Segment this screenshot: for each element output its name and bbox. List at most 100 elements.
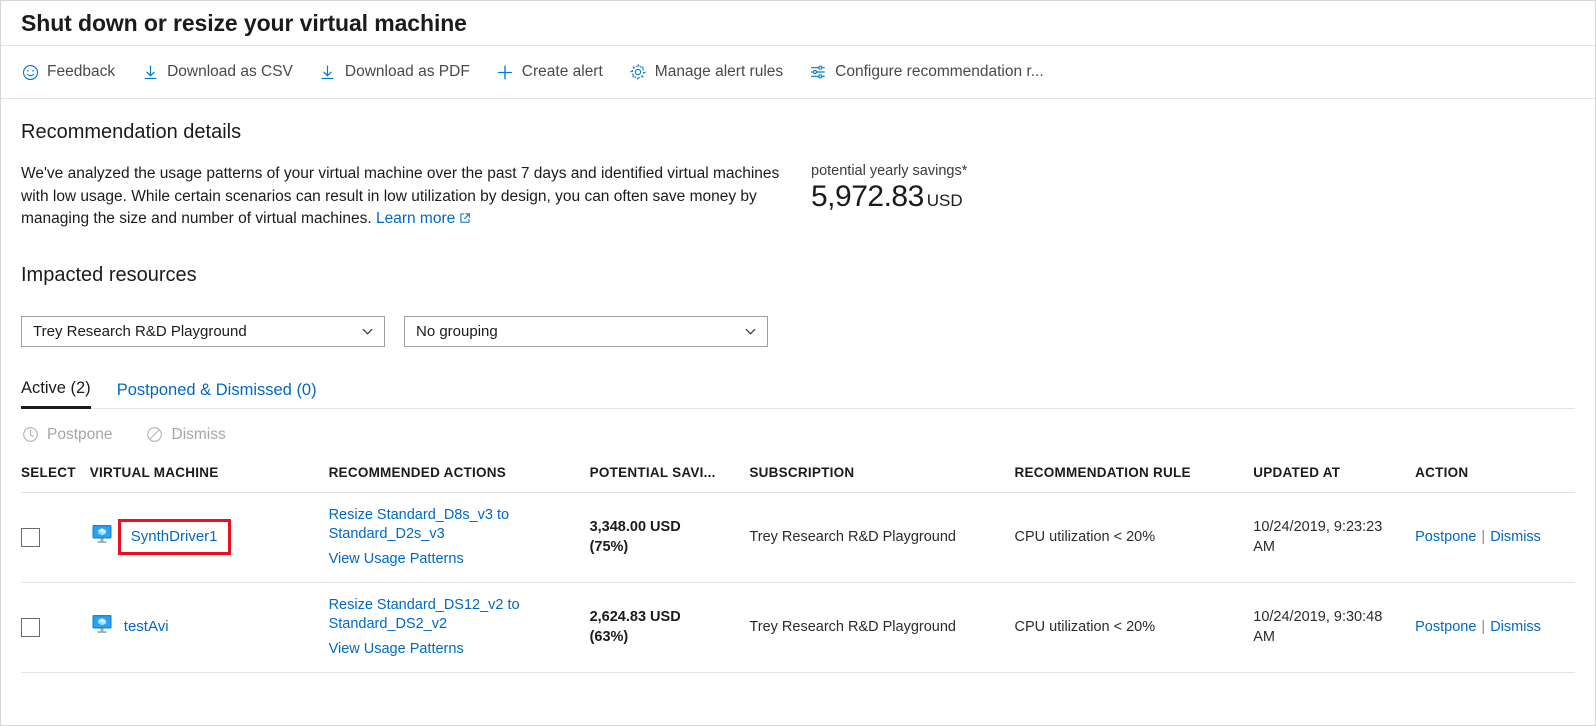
dismiss-label: Dismiss (172, 426, 226, 444)
feedback-label: Feedback (47, 63, 115, 81)
column-header-potential-savings: POTENTIAL SAVI... (590, 461, 750, 493)
manage-alert-rules-label: Manage alert rules (655, 63, 783, 81)
download-icon (141, 63, 159, 81)
resize-action-link[interactable]: Resize Standard_DS12_v2 to Standard_DS2_… (329, 596, 580, 634)
savings-value: 3,348.00 USD (590, 517, 740, 537)
download-icon (319, 63, 337, 81)
download-pdf-label: Download as PDF (345, 63, 470, 81)
column-header-recommended-actions: RECOMMENDED ACTIONS (329, 461, 590, 493)
configure-recommendation-rules-label: Configure recommendation r... (835, 63, 1044, 81)
potential-savings-currency: USD (927, 191, 963, 211)
chevron-down-icon (360, 324, 375, 339)
page-title: Shut down or resize your virtual machine (21, 10, 467, 37)
view-usage-patterns-link[interactable]: View Usage Patterns (329, 640, 580, 659)
postpone-button[interactable]: Postpone (21, 422, 126, 448)
row-action-bar: Postpone Dismiss (21, 409, 1575, 461)
row-subscription-cell: Trey Research R&D Playground (749, 492, 1014, 582)
virtual-machine-icon (90, 522, 114, 552)
learn-more-link[interactable]: Learn more (376, 210, 455, 227)
row-virtual-machine-cell: testAvi (90, 582, 329, 672)
virtual-machine-link[interactable]: SynthDriver1 (131, 527, 218, 547)
feedback-button[interactable]: Feedback (21, 59, 128, 85)
main-content: Recommendation details We've analyzed th… (1, 121, 1595, 673)
row-checkbox[interactable] (21, 618, 40, 637)
row-checkbox[interactable] (21, 528, 40, 547)
action-separator: | (1481, 619, 1485, 635)
tab-bar: Active (2) Postponed & Dismissed (0) (21, 379, 1575, 409)
ban-icon (146, 426, 164, 444)
table-body: SynthDriver1 Resize Standard_D8s_v3 to S… (21, 492, 1575, 672)
row-recommendation-rule-cell: CPU utilization < 20% (1014, 492, 1253, 582)
page-header: Shut down or resize your virtual machine (1, 1, 1595, 46)
grouping-filter-dropdown[interactable]: No grouping (404, 316, 768, 347)
virtual-machine-icon (90, 612, 114, 642)
row-select-cell (21, 492, 90, 582)
row-select-cell (21, 582, 90, 672)
resize-action-link[interactable]: Resize Standard_D8s_v3 to Standard_D2s_v… (329, 506, 580, 544)
plus-icon (496, 63, 514, 81)
row-potential-savings-cell: 2,624.83 USD (63%) (590, 582, 750, 672)
savings-value: 2,624.83 USD (590, 607, 740, 627)
row-virtual-machine-cell: SynthDriver1 (90, 492, 329, 582)
action-separator: | (1481, 529, 1485, 545)
savings-percent: (63%) (590, 627, 740, 647)
row-updated-at-cell: 10/24/2019, 9:23:23 AM (1253, 492, 1415, 582)
impacted-resources-heading: Impacted resources (21, 264, 1575, 287)
row-postpone-link[interactable]: Postpone (1415, 619, 1476, 635)
command-bar: Feedback Download as CSV Download as (1, 46, 1595, 99)
subscription-filter-dropdown[interactable]: Trey Research R&D Playground (21, 316, 385, 347)
potential-savings-amount: 5,972.83 (811, 180, 924, 214)
virtual-machine-name-wrap: testAvi (124, 617, 169, 637)
download-pdf-button[interactable]: Download as PDF (319, 59, 483, 85)
clock-icon (21, 426, 39, 444)
virtual-machine-name-highlight: SynthDriver1 (118, 519, 231, 555)
tab-active[interactable]: Active (2) (21, 379, 91, 409)
create-alert-button[interactable]: Create alert (496, 59, 616, 85)
column-header-updated-at: UPDATED AT (1253, 461, 1415, 493)
dismiss-button[interactable]: Dismiss (146, 422, 239, 448)
recommendation-description: We've analyzed the usage patterns of you… (21, 163, 811, 232)
recommendation-details-heading: Recommendation details (21, 121, 1575, 144)
column-header-virtual-machine: VIRTUAL MACHINE (90, 461, 329, 493)
sliders-icon (809, 63, 827, 81)
manage-alert-rules-button[interactable]: Manage alert rules (629, 59, 796, 85)
column-header-recommendation-rule: RECOMMENDATION RULE (1014, 461, 1253, 493)
column-header-subscription: SUBSCRIPTION (749, 461, 1014, 493)
recommendation-details-body: We've analyzed the usage patterns of you… (21, 163, 1575, 232)
potential-savings-panel: potential yearly savings* 5,972.83 USD (811, 163, 967, 214)
gear-icon (629, 63, 647, 81)
filter-row: Trey Research R&D Playground No grouping (21, 316, 1575, 347)
view-usage-patterns-link[interactable]: View Usage Patterns (329, 550, 580, 569)
row-recommended-actions-cell: Resize Standard_DS12_v2 to Standard_DS2_… (329, 582, 590, 672)
create-alert-label: Create alert (522, 63, 603, 81)
grouping-filter-value: No grouping (416, 323, 743, 340)
impacted-resources-table: SELECT VIRTUAL MACHINE RECOMMENDED ACTIO… (21, 461, 1575, 673)
table-row: SynthDriver1 Resize Standard_D8s_v3 to S… (21, 492, 1575, 582)
row-action-cell: Postpone | Dismiss (1415, 582, 1575, 672)
configure-recommendation-rules-button[interactable]: Configure recommendation r... (809, 59, 1057, 85)
table-header-row: SELECT VIRTUAL MACHINE RECOMMENDED ACTIO… (21, 461, 1575, 493)
row-postpone-link[interactable]: Postpone (1415, 529, 1476, 545)
recommendation-detail-page: Shut down or resize your virtual machine… (0, 0, 1596, 726)
potential-savings-caption: potential yearly savings* (811, 163, 967, 179)
subscription-filter-value: Trey Research R&D Playground (33, 323, 360, 340)
table-header: SELECT VIRTUAL MACHINE RECOMMENDED ACTIO… (21, 461, 1575, 493)
row-action-cell: Postpone | Dismiss (1415, 492, 1575, 582)
table-row: testAvi Resize Standard_DS12_v2 to Stand… (21, 582, 1575, 672)
savings-percent: (75%) (590, 537, 740, 557)
row-potential-savings-cell: 3,348.00 USD (75%) (590, 492, 750, 582)
row-updated-at-cell: 10/24/2019, 9:30:48 AM (1253, 582, 1415, 672)
chevron-down-icon (743, 324, 758, 339)
row-subscription-cell: Trey Research R&D Playground (749, 582, 1014, 672)
column-header-action: ACTION (1415, 461, 1575, 493)
virtual-machine-link[interactable]: testAvi (124, 617, 169, 637)
column-header-select: SELECT (21, 461, 90, 493)
row-dismiss-link[interactable]: Dismiss (1490, 619, 1541, 635)
row-recommendation-rule-cell: CPU utilization < 20% (1014, 582, 1253, 672)
row-recommended-actions-cell: Resize Standard_D8s_v3 to Standard_D2s_v… (329, 492, 590, 582)
row-dismiss-link[interactable]: Dismiss (1490, 529, 1541, 545)
smiley-icon (21, 63, 39, 81)
download-csv-button[interactable]: Download as CSV (141, 59, 306, 85)
download-csv-label: Download as CSV (167, 63, 293, 81)
tab-postponed-dismissed[interactable]: Postponed & Dismissed (0) (117, 381, 317, 408)
